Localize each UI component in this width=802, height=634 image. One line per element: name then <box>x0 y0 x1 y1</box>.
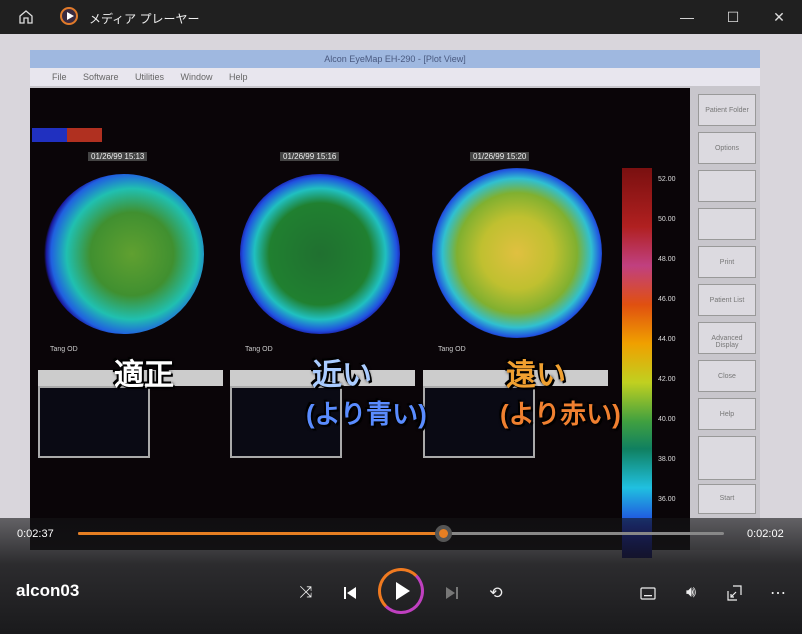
app-title: メディア プレーヤー <box>89 12 200 26</box>
color-strip <box>32 128 102 142</box>
minimize-button[interactable]: — <box>664 0 710 34</box>
more-options-button[interactable]: ⋯ <box>762 577 794 609</box>
scale-value: 46.00 <box>658 296 676 303</box>
shuffle-icon: ⤨ <box>299 584 313 601</box>
close-button[interactable]: ✕ <box>756 0 802 34</box>
tang-label: Tang OD <box>50 346 78 353</box>
player-controls: 0:02:37 0:02:02 alcon03 ⤨ ⟲ 🔊︎ ⋯ <box>0 515 802 634</box>
video-side-button <box>698 170 756 202</box>
repeat-off-button[interactable]: ⟲ <box>480 577 512 609</box>
home-button[interactable] <box>16 7 36 27</box>
scale-value: 48.00 <box>658 256 676 263</box>
video-side-button: Options <box>698 132 756 164</box>
seek-progress <box>78 532 443 535</box>
tang-label: Tang OD <box>438 346 466 353</box>
remaining-time: 0:02:02 <box>747 528 784 540</box>
subtitle-far: 遠い <box>506 359 566 392</box>
video-side-button <box>698 208 756 240</box>
video-side-button: Help <box>698 398 756 430</box>
video-side-button: Advanced Display <box>698 322 756 354</box>
seek-thumb[interactable] <box>434 525 452 542</box>
video-window-title: Alcon EyeMap EH-290 - [Plot View] <box>30 50 760 68</box>
video-side-button: Patient Folder <box>698 94 756 126</box>
map-date: 01/26/99 15:20 <box>470 152 530 161</box>
video-menu-bar: File Software Utilities Window Help <box>30 68 760 86</box>
video-app-window: Alcon EyeMap EH-290 - [Plot View] File S… <box>30 50 760 558</box>
subtitle-near: 近い <box>312 359 372 392</box>
shuffle-button[interactable]: ⤨ <box>290 577 322 609</box>
map-date: 01/26/99 15:13 <box>88 152 148 161</box>
media-player-logo-icon <box>60 7 78 25</box>
topography-panel: 01/26/99 15:13 01/26/99 15:16 01/26/99 1… <box>30 88 690 558</box>
more-icon: ⋯ <box>770 585 786 602</box>
corneal-map-middle <box>240 174 400 334</box>
subtitles-button[interactable] <box>632 577 664 609</box>
video-side-button <box>698 436 756 480</box>
scale-value: 38.00 <box>658 456 676 463</box>
volume-button[interactable]: 🔊︎ <box>675 577 707 609</box>
video-side-buttons: Patient Folder Options Print Patient Lis… <box>694 88 760 550</box>
scale-value: 50.00 <box>658 216 676 223</box>
scale-value: 40.00 <box>658 416 676 423</box>
scale-value: 42.00 <box>658 376 676 383</box>
title-bar: メディア プレーヤー — ☐ ✕ <box>0 0 802 34</box>
home-icon <box>19 10 33 24</box>
subtitle-optimal: 適正 <box>114 359 174 392</box>
corneal-map-left <box>44 174 204 334</box>
volume-icon: 🔊︎ <box>685 584 697 601</box>
video-side-button: Start <box>698 484 756 514</box>
color-scale <box>622 168 652 558</box>
subtitle-near-sub: (より青い) <box>306 399 427 429</box>
play-button[interactable] <box>378 568 424 614</box>
scale-value: 36.00 <box>658 496 676 503</box>
mini-player-icon <box>727 585 742 601</box>
seek-bar[interactable] <box>78 525 724 542</box>
elapsed-time: 0:02:37 <box>17 528 54 540</box>
next-icon <box>446 587 458 599</box>
map-date: 01/26/99 15:16 <box>280 152 340 161</box>
mini-player-button[interactable] <box>719 577 751 609</box>
corneal-map-right <box>432 168 602 338</box>
tang-label: Tang OD <box>245 346 273 353</box>
next-button[interactable] <box>436 577 468 609</box>
video-side-button: Print <box>698 246 756 278</box>
repeat-off-icon: ⟲ <box>489 585 503 602</box>
subtitles-icon <box>640 586 656 600</box>
subtitle-far-sub: (より赤い) <box>500 399 621 429</box>
scale-value: 44.00 <box>658 336 676 343</box>
video-side-button: Close <box>698 360 756 392</box>
maximize-button[interactable]: ☐ <box>710 0 756 34</box>
previous-icon <box>344 587 356 599</box>
video-side-button: Patient List <box>698 284 756 316</box>
previous-button[interactable] <box>334 577 366 609</box>
k-values-box <box>38 386 150 458</box>
scale-value: 52.00 <box>658 176 676 183</box>
media-title: alcon03 <box>16 581 80 600</box>
